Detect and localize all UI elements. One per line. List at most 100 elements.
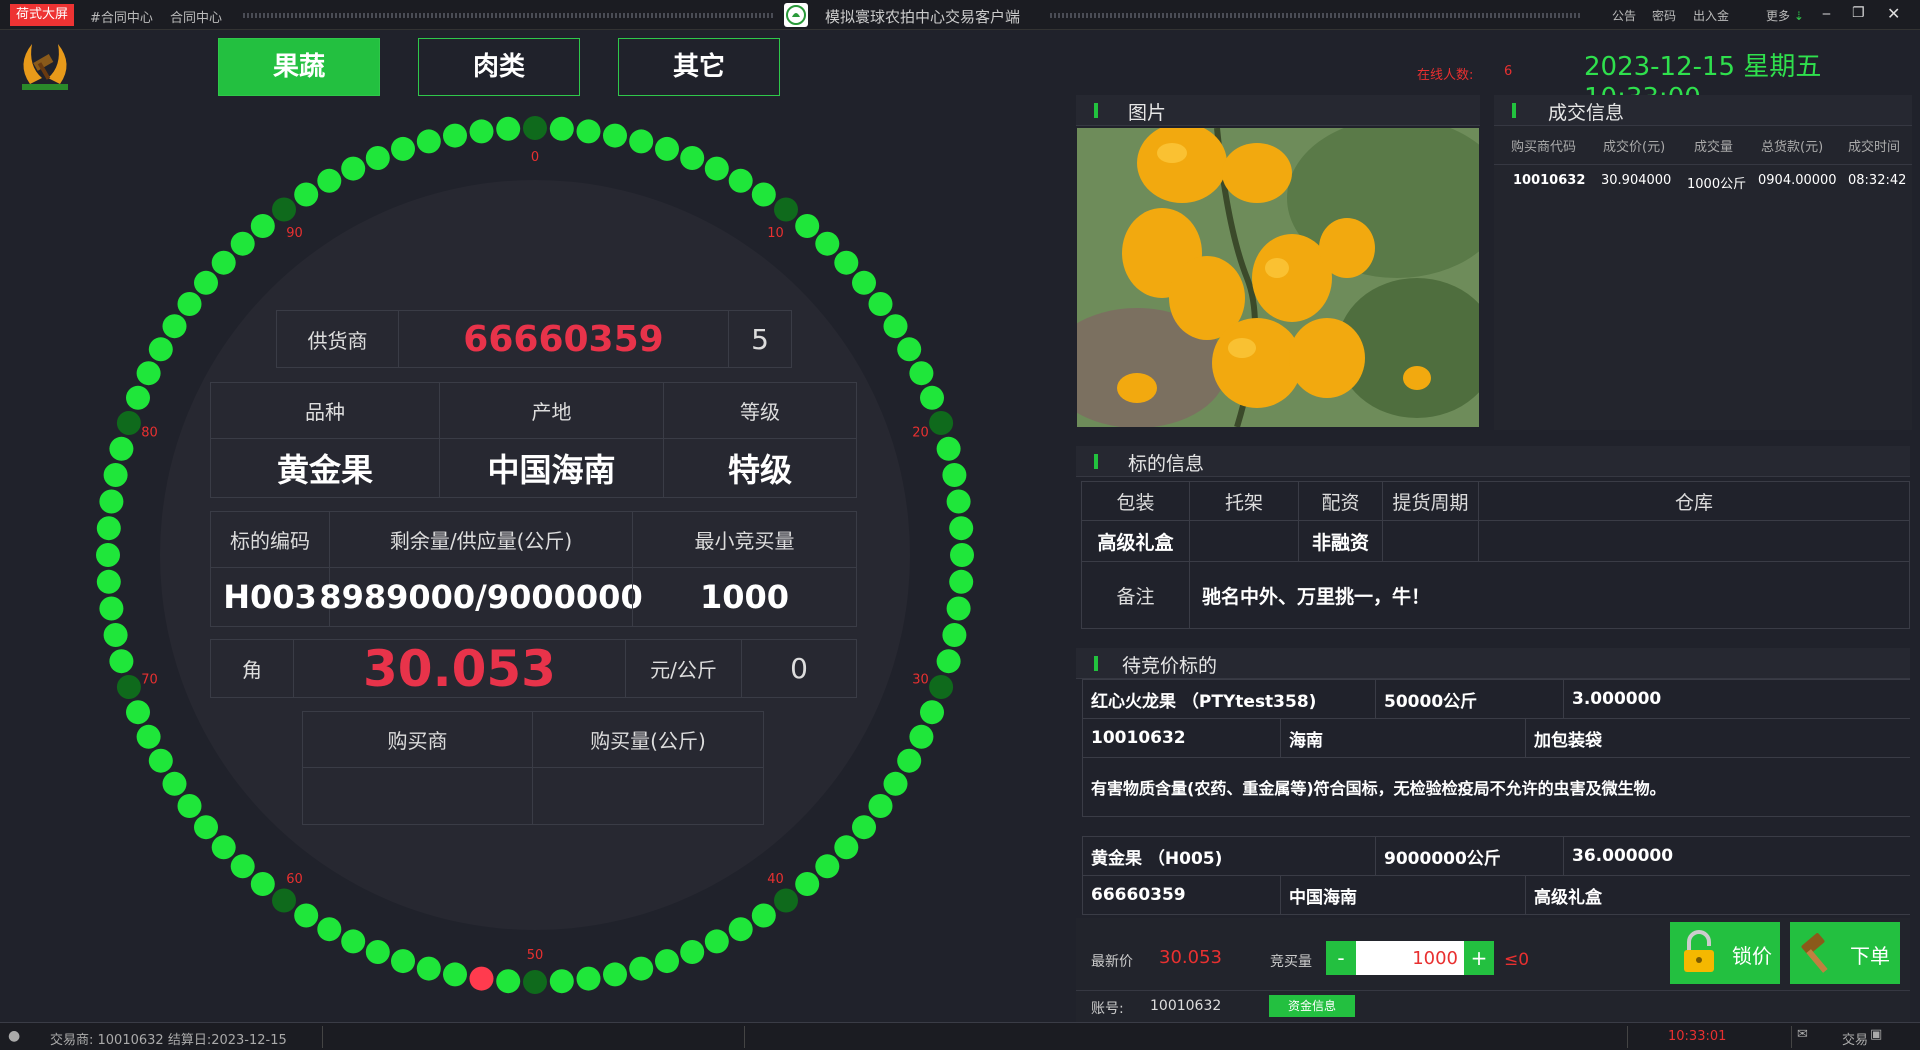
place-order-button[interactable]: 下单 [1790,922,1900,984]
app-logo-icon [784,3,808,27]
pending-item-1-price: 3.000000 [1563,679,1910,719]
dial-light [680,146,705,170]
dial-light [603,962,627,987]
dial-light [211,250,236,275]
variety-label: 品种 [210,382,440,439]
pallet-value [1189,520,1299,562]
pending-list[interactable]: 红心火龙果 （PTYtest358) 50000公斤 3.000000 1001… [1076,678,1910,918]
finance-label: 配资 [1298,481,1383,521]
dial-light [942,463,967,487]
dial-major-light [523,970,547,994]
dial-light [704,929,729,954]
dial-light [834,250,859,275]
dial-light [443,123,467,148]
tab-meat[interactable]: 肉类 [418,38,580,96]
pallet-label: 托架 [1189,481,1299,521]
status-divider-4 [1791,1026,1792,1048]
origin-label: 产地 [439,382,664,439]
big-screen-badge[interactable]: 荷式大屏 [10,4,75,26]
dial-light [126,700,150,725]
contract-center-link-1[interactable]: #合同中心 [90,7,153,26]
dial-light [99,489,124,514]
product-image [1077,128,1479,427]
qty-plus-button[interactable]: + [1464,941,1494,975]
dial-light [294,182,319,207]
dial-light [194,270,218,295]
dial-light [109,436,134,461]
status-divider-2 [744,1026,745,1048]
pending-title: 待竞价标的 [1122,655,1218,677]
price-unit: 元/公斤 [625,639,742,698]
header-bar [1094,454,1098,469]
dial-light [950,543,974,567]
deal-col-buyer: 购买商代码 [1511,140,1577,155]
status-bar: ● 交易商: 10010632 结算日:2023-12-15 10:33:01 … [0,1022,1920,1050]
minimize-icon[interactable]: ‒ [1822,6,1831,22]
dial-light [103,623,128,647]
dial-light [103,463,128,487]
more-menu[interactable]: 更多 ⇣ [1766,7,1804,24]
funds-info-button[interactable]: 资金信息 [1269,995,1355,1017]
lock-price-button[interactable]: 锁价 [1670,922,1780,984]
mail-icon[interactable]: ✉ [1797,1027,1808,1042]
buy-qty-label: 购买量(公斤) [532,711,764,768]
lock-price-label: 锁价 [1732,944,1772,968]
dial-tick-label: 90 [286,226,303,241]
buy-qty-value [532,767,764,825]
picture-panel-header: 图片 [1076,95,1480,126]
more-label: 更多 [1766,9,1791,23]
funds-link[interactable]: 出入金 [1693,7,1729,24]
dial-light [96,516,121,541]
dial-tick-label: 0 [531,150,539,165]
bid-qty-input[interactable] [1356,941,1464,975]
pending-item-2-price: 36.000000 [1563,836,1910,876]
maximize-icon[interactable]: ❐ [1852,5,1865,21]
dial-major-light [774,888,798,913]
dial-light [469,119,494,144]
qty-limit: ≤0 [1504,950,1530,970]
dial-light [416,956,441,981]
dial-light [576,119,601,144]
pending-item-2-packing: 高级礼盒 [1525,875,1910,915]
dial-light [365,940,390,964]
deal-row-time: 08:32:42 [1848,173,1907,188]
deal-col-price: 成交价(元) [1603,140,1666,155]
dial-light [629,956,654,981]
dial-light [946,489,971,514]
account-value: 10010632 [1150,998,1222,1014]
contract-center-link-2[interactable]: 合同中心 [170,7,222,26]
password-link[interactable]: 密码 [1652,7,1676,24]
deal-row-buyer: 10010632 [1513,173,1586,188]
dial-light [629,129,654,154]
lock-icon [1680,930,1718,974]
announce-link[interactable]: 公告 [1612,7,1636,24]
dial-light [815,854,840,879]
dial-light [868,292,893,316]
dial-light [250,872,275,896]
close-icon[interactable]: ✕ [1887,4,1900,23]
window-title: 模拟寰球农拍中心交易客户端 [825,8,1021,26]
tab-fruit-veg[interactable]: 果蔬 [218,38,380,96]
dial-light [728,917,753,942]
remaining-label: 剩余量/供应量(公斤) [329,511,633,568]
header-bar [1094,103,1098,118]
status-divider-3 [1627,1026,1628,1048]
deal-panel-header: 成交信息 [1494,95,1912,126]
dial-pointer-light [469,966,494,991]
pending-header: 待竞价标的 [1076,648,1910,679]
current-price: 30.053 [293,639,626,698]
dial-light [391,949,415,974]
dial-light [96,543,120,567]
trader-info: 交易商: 10010632 结算日:2023-12-15 [50,1033,287,1048]
dial-light [704,156,729,181]
tab-other[interactable]: 其它 [618,38,780,96]
dial-light [250,214,275,238]
dial-light [920,700,944,725]
remark-value: 驰名中外、万里挑一，牛！ [1189,561,1910,629]
dial-light [883,771,908,796]
qty-minus-button[interactable]: - [1326,941,1356,975]
deal-col-qty: 成交量 [1694,140,1734,155]
dial-tick-label: 70 [141,672,158,687]
dial-light [680,940,705,964]
dial-light [795,872,820,896]
